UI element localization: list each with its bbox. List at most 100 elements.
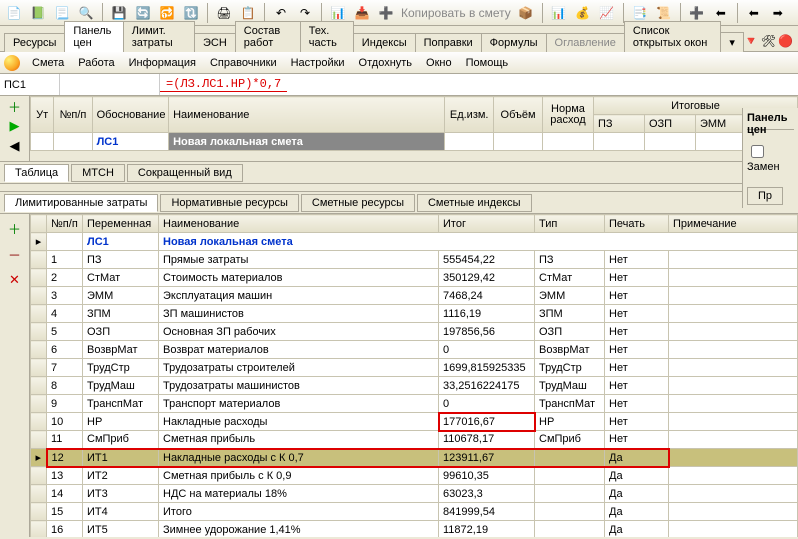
copy-to-estimate-button[interactable]: Копировать в смету: [400, 3, 512, 23]
sheet-tab-1[interactable]: МТСН: [71, 164, 125, 182]
main-col-1[interactable]: №п/п: [47, 215, 83, 233]
sheet-tab-0[interactable]: Лимитированные затраты: [4, 194, 158, 212]
toolbar-icon[interactable]: 📃: [52, 3, 72, 23]
main-col-0[interactable]: [31, 215, 47, 233]
table-row[interactable]: 6ВозврМатВозврат материалов0ВозврМатНет: [31, 341, 798, 359]
delete-icon[interactable]: ✕: [9, 270, 20, 290]
toolbar-icon[interactable]: ↷: [295, 3, 315, 23]
tab-5[interactable]: Тех. часть: [300, 21, 354, 52]
menu-Смета[interactable]: Смета: [26, 55, 70, 71]
menu-Справочники[interactable]: Справочники: [204, 55, 283, 71]
col-pz[interactable]: ПЗ: [593, 115, 644, 133]
table-row[interactable]: 5ОЗПОсновная ЗП рабочих197856,56ОЗПНет: [31, 323, 798, 341]
replace-checkbox[interactable]: Замен: [747, 142, 794, 173]
col-ut[interactable]: Ут: [31, 97, 54, 133]
tab-6[interactable]: Индексы: [353, 33, 416, 52]
toolbar-icon[interactable]: 🖨: [214, 3, 234, 23]
menu-Отдохнуть[interactable]: Отдохнуть: [353, 55, 419, 71]
table-row[interactable]: 8ТрудМашТрудозатраты машинистов33,251622…: [31, 377, 798, 395]
tab-1[interactable]: Панель цен: [64, 21, 123, 52]
table-row[interactable]: 11СмПрибСметная прибыль110678,17СмПрибНе…: [31, 431, 798, 449]
toolbar-icon[interactable]: 📗: [28, 3, 48, 23]
toolbar-icon[interactable]: 🔍: [76, 3, 96, 23]
sheet-tab-2[interactable]: Сокращенный вид: [127, 164, 243, 182]
toolbar-icon[interactable]: 🔃: [181, 3, 201, 23]
top-data-row[interactable]: ЛС1 Новая локальная смета: [31, 133, 798, 151]
toolbar-icon[interactable]: 📜: [654, 3, 674, 23]
toolbar-icon[interactable]: ⬅: [711, 3, 731, 23]
top-grid[interactable]: Ут №п/п Обоснование Наименование Ед.изм.…: [30, 96, 798, 161]
formula-expr[interactable]: =(ЛЗ.ЛС1.НР)*0,7: [160, 77, 287, 92]
main-col-7[interactable]: Примечание: [669, 215, 798, 233]
toolbar-icon[interactable]: 📊: [549, 3, 569, 23]
add-row-icon[interactable]: ＋: [0, 96, 29, 116]
tab-dropdown[interactable]: ▾: [720, 32, 744, 52]
tab-7[interactable]: Поправки: [415, 33, 482, 52]
cell-ref[interactable]: ПС1: [0, 74, 60, 95]
table-row[interactable]: 13ИТ2Сметная прибыль с К 0,999610,35Да: [31, 467, 798, 485]
toolbar-icon[interactable]: ↶: [271, 3, 291, 23]
tab-9[interactable]: Оглавление: [546, 33, 625, 52]
menu-Настройки[interactable]: Настройки: [285, 55, 351, 71]
table-row[interactable]: 16ИТ5Зимнее удорожание 1,41%11872,19Да: [31, 521, 798, 538]
toolbar-icon[interactable]: 🔄: [133, 3, 153, 23]
sheet-tab-2[interactable]: Сметные ресурсы: [301, 194, 415, 212]
col-name[interactable]: Наименование: [169, 97, 445, 133]
toolbar-icon[interactable]: ⬅: [744, 3, 764, 23]
col-emm[interactable]: ЭММ: [695, 115, 746, 133]
tab-4[interactable]: Состав работ: [235, 21, 301, 52]
toolbar-icon[interactable]: ➕: [687, 3, 707, 23]
menu-Работа[interactable]: Работа: [72, 55, 120, 71]
table-row[interactable]: 14ИТ3НДС на материалы 18%63023,3Да: [31, 485, 798, 503]
main-col-5[interactable]: Тип: [535, 215, 605, 233]
extra-icon[interactable]: 🔴: [777, 31, 794, 51]
minus-icon[interactable]: －: [8, 244, 21, 264]
col-norm[interactable]: Норма расход: [542, 97, 593, 133]
table-row[interactable]: 15ИТ4Итого841999,54Да: [31, 503, 798, 521]
table-row[interactable]: 4ЗПМЗП машинистов1116,19ЗПМНет: [31, 305, 798, 323]
main-col-4[interactable]: Итог: [439, 215, 535, 233]
table-row[interactable]: 3ЭММЭксплуатация машин7468,24ЭММНет: [31, 287, 798, 305]
table-row[interactable]: 2СтМатСтоимость материалов350129,42СтМат…: [31, 269, 798, 287]
toolbar-icon[interactable]: 📈: [597, 3, 617, 23]
table-title-row[interactable]: ▸ЛС1Новая локальная смета: [31, 233, 798, 251]
main-col-3[interactable]: Наименование: [159, 215, 439, 233]
extra-icon[interactable]: 🛠: [760, 31, 777, 51]
col-volume[interactable]: Объём: [494, 97, 543, 133]
tab-10[interactable]: Список открытых окон: [624, 21, 721, 52]
col-npp[interactable]: №п/п: [54, 97, 92, 133]
toolbar-icon[interactable]: 📄: [4, 3, 24, 23]
marker-icon[interactable]: ▶: [0, 116, 29, 136]
sheet-tab-3[interactable]: Сметные индексы: [417, 194, 532, 212]
add-icon[interactable]: ＋: [8, 218, 21, 238]
toolbar-icon[interactable]: 📑: [630, 3, 650, 23]
main-grid[interactable]: №п/пПеременнаяНаименованиеИтогТипПечатьП…: [30, 214, 798, 537]
col-ozp[interactable]: ОЗП: [644, 115, 695, 133]
sheet-tab-0[interactable]: Таблица: [4, 164, 69, 182]
toolbar-icon[interactable]: 🔂: [157, 3, 177, 23]
toolbar-icon[interactable]: 📊: [328, 3, 348, 23]
toolbar-icon[interactable]: 📋: [238, 3, 258, 23]
tab-3[interactable]: ЭСН: [194, 33, 236, 52]
sheet-tab-1[interactable]: Нормативные ресурсы: [160, 194, 298, 212]
table-row[interactable]: 9ТранспМатТранспорт материалов0ТранспМат…: [31, 395, 798, 413]
main-col-2[interactable]: Переменная: [83, 215, 159, 233]
col-obosn[interactable]: Обоснование: [92, 97, 168, 133]
toolbar-icon[interactable]: 💾: [109, 3, 129, 23]
toolbar-icon[interactable]: 💰: [573, 3, 593, 23]
tab-2[interactable]: Лимит. затраты: [123, 21, 195, 52]
toolbar-icon[interactable]: 📥: [352, 3, 372, 23]
tab-8[interactable]: Формулы: [481, 33, 547, 52]
table-row[interactable]: 7ТрудСтрТрудозатраты строителей1699,8159…: [31, 359, 798, 377]
toolbar-icon[interactable]: ➕: [376, 3, 396, 23]
table-row[interactable]: ▸12ИТ1Накладные расходы с К 0,7123911,67…: [31, 449, 798, 467]
toolbar-icon[interactable]: ➡: [768, 3, 788, 23]
tab-0[interactable]: Ресурсы: [4, 33, 65, 52]
menu-Помощь[interactable]: Помощь: [460, 55, 515, 71]
menu-Окно[interactable]: Окно: [420, 55, 458, 71]
table-row[interactable]: 1ПЗПрямые затраты555454,22ПЗНет: [31, 251, 798, 269]
left-arrow-icon[interactable]: ◀: [0, 136, 29, 156]
main-col-6[interactable]: Печать: [605, 215, 669, 233]
toolbar-icon[interactable]: 📦: [516, 3, 536, 23]
extra-icon[interactable]: 🔻: [743, 31, 760, 51]
